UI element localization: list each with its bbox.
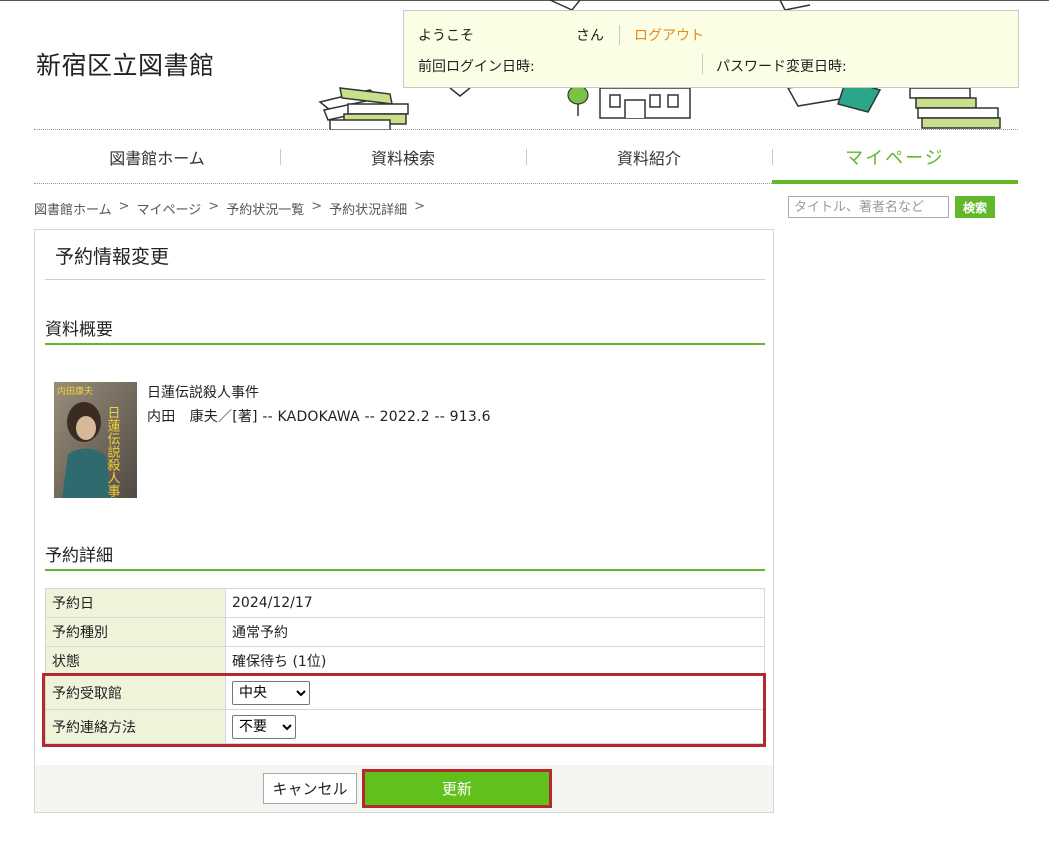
button-bar: キャンセル 更新	[35, 765, 773, 812]
row-value-status: 確保待ち (1位)	[225, 646, 765, 676]
tree-icon	[567, 85, 589, 116]
reservation-edit-panel: 予約情報変更 資料概要 内田康夫 日蓮伝説殺人事件 日蓮伝説殺人事件 内田 康夫…	[34, 229, 774, 813]
update-button[interactable]: 更新	[365, 772, 549, 805]
table-row: 予約連絡方法 不要	[45, 709, 765, 744]
breadcrumb-separator: >	[414, 199, 426, 214]
section-detail-heading: 予約詳細	[45, 541, 765, 571]
breadcrumb-reservation-list[interactable]: 予約状況一覧	[226, 199, 304, 218]
table-row: 予約種別 通常予約	[45, 617, 765, 647]
nav-item-library-home[interactable]: 図書館ホーム	[34, 131, 280, 183]
side-search-button[interactable]: 検索	[955, 196, 995, 218]
row-label-type: 予約種別	[45, 617, 226, 647]
panel-title: 予約情報変更	[55, 246, 170, 268]
breadcrumb-mypage[interactable]: マイページ	[137, 199, 202, 218]
table-row: 状態 確保待ち (1位)	[45, 646, 765, 676]
welcome-divider	[619, 25, 620, 45]
table-row: 予約日 2024/12/17	[45, 588, 765, 618]
breadcrumb-separator: >	[311, 199, 323, 214]
password-changed-label: パスワード変更日時:	[716, 59, 847, 75]
welcome-divider-2	[702, 54, 703, 74]
panel-title-divider	[45, 279, 765, 280]
book-cover-image[interactable]: 内田康夫 日蓮伝説殺人事件	[54, 382, 137, 498]
highlight-box-update: 更新	[362, 769, 552, 808]
nav-top-border	[34, 129, 1018, 130]
book-cover-author: 内田康夫	[57, 385, 93, 397]
breadcrumb-reservation-detail[interactable]: 予約状況詳細	[329, 199, 407, 218]
reservation-detail-table: 予約日 2024/12/17 予約種別 通常予約 状態 確保待ち (1位) 予約…	[45, 588, 765, 744]
breadcrumb: 図書館ホーム > マイページ > 予約状況一覧 > 予約状況詳細 >	[34, 199, 428, 218]
breadcrumb-separator: >	[208, 199, 220, 214]
last-login-label: 前回ログイン日時:	[418, 59, 535, 75]
book-stack-left-icon	[318, 87, 409, 130]
welcome-panel: ようこそ さん ログアウト 前回ログイン日時: パスワード変更日時:	[403, 10, 1019, 88]
breadcrumb-library-home[interactable]: 図書館ホーム	[34, 199, 112, 218]
nav-item-introduction[interactable]: 資料紹介	[526, 131, 772, 183]
row-label-date: 予約日	[45, 588, 226, 618]
row-label-status: 状態	[45, 646, 226, 676]
cancel-button[interactable]: キャンセル	[263, 773, 357, 804]
side-search-input[interactable]	[788, 196, 949, 218]
row-label-pickup: 予約受取館	[45, 675, 226, 710]
welcome-san: さん	[576, 28, 604, 44]
row-label-contact: 予約連絡方法	[45, 709, 226, 744]
logout-link[interactable]: ログアウト	[634, 25, 704, 45]
table-row: 予約受取館 中央	[45, 675, 765, 710]
welcome-text: ようこそ	[418, 28, 474, 44]
book-cover-title: 日蓮伝説殺人事件	[105, 406, 121, 498]
row-value-date: 2024/12/17	[225, 588, 765, 618]
book-title[interactable]: 日蓮伝説殺人事件	[147, 382, 259, 402]
main-nav: 図書館ホーム 資料検索 資料紹介 マイページ	[34, 131, 1018, 184]
pickup-library-select[interactable]: 中央	[232, 680, 310, 705]
nav-item-mypage[interactable]: マイページ	[772, 131, 1018, 184]
section-overview-heading: 資料概要	[45, 315, 765, 345]
nav-item-search[interactable]: 資料検索	[280, 131, 526, 183]
row-value-type: 通常予約	[225, 617, 765, 647]
contact-method-select[interactable]: 不要	[232, 714, 296, 739]
book-meta: 内田 康夫／[著] -- KADOKAWA -- 2022.2 -- 913.6	[147, 409, 491, 425]
nav-bottom-border	[34, 183, 774, 184]
site-title[interactable]: 新宿区立図書館	[36, 46, 215, 82]
breadcrumb-separator: >	[118, 199, 130, 214]
